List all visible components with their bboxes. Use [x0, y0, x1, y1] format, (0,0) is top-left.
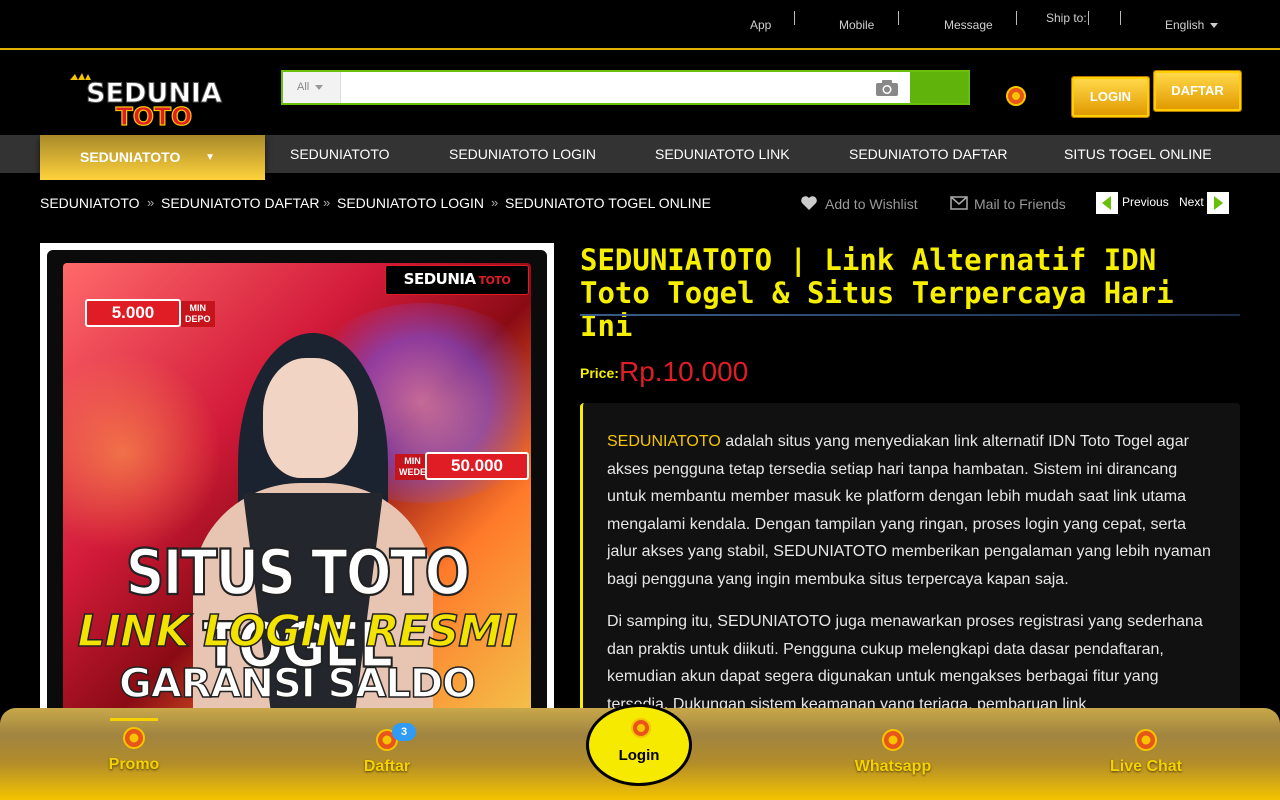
min-depo-label-2: DEPO [185, 314, 211, 324]
add-to-wishlist-link[interactable]: Add to Wishlist [825, 196, 918, 212]
top-bar: App Mobile Message Ship to: English [0, 0, 1280, 50]
nav-item-seduniatoto[interactable]: SEDUNIATOTO [290, 146, 390, 162]
ship-to-link[interactable]: Ship to: [1046, 11, 1087, 25]
coin-icon [1006, 86, 1026, 106]
decor-swirl [63, 353, 223, 553]
nav-item-link[interactable]: SEDUNIATOTO LINK [655, 146, 790, 162]
min-depo-badge: 5.000 [85, 299, 181, 327]
bottom-nav-live-chat[interactable]: Live Chat [1066, 708, 1226, 800]
product-title: SEDUNIATOTO | Link Alternatif IDN Toto T… [580, 243, 1174, 343]
bottom-nav-whatsapp[interactable]: Whatsapp [813, 708, 973, 800]
title-divider [580, 314, 1240, 316]
product-image[interactable]: SEDUNIA TOTO 5.000 MIN DEPO MIN WEDE 50.0… [47, 250, 547, 713]
breadcrumb-separator: » [147, 195, 155, 210]
description-paragraph: SEDUNIATOTO adalah situs yang menyediaka… [607, 428, 1216, 593]
next-arrow-icon[interactable] [1207, 192, 1229, 214]
min-depo-label-1: MIN [189, 303, 207, 313]
breadcrumb-item[interactable]: SEDUNIATOTO LOGIN [337, 195, 484, 211]
search-category-label: All [297, 81, 310, 93]
language-selector[interactable]: English [1165, 18, 1219, 32]
logo-text-bottom: TOTO [116, 102, 193, 128]
bottom-nav-label: Live Chat [1109, 758, 1182, 775]
breadcrumb-item[interactable]: SEDUNIATOTO DAFTAR [161, 195, 319, 211]
divider [794, 11, 795, 25]
poster-headline-2: LINK LOGIN RESMI [77, 605, 518, 658]
live-chat-icon [1135, 729, 1157, 751]
category-dropdown[interactable]: SEDUNIATOTO ▼ [40, 135, 265, 180]
min-wede-label-1: MIN [404, 456, 421, 466]
chevron-down-icon [315, 84, 324, 90]
poster-logo: SEDUNIA TOTO [385, 265, 529, 295]
min-wede-label-2: WEDE [399, 467, 426, 477]
product-image-frame: SEDUNIA TOTO 5.000 MIN DEPO MIN WEDE 50.0… [40, 243, 554, 713]
price-label: Price: [580, 365, 619, 381]
previous-link[interactable]: Previous [1122, 195, 1169, 209]
search-input[interactable] [343, 72, 903, 103]
whatsapp-icon [882, 729, 904, 751]
message-link[interactable]: Message [944, 18, 993, 32]
bottom-nav-label: Daftar [363, 758, 411, 775]
active-indicator [110, 718, 158, 721]
mobile-link[interactable]: Mobile [839, 18, 874, 32]
header: SEDUNIA TOTO All LOGIN DAFTAR [0, 52, 1280, 135]
app-link[interactable]: App [750, 18, 771, 32]
poster-logo-line2: TOTO [478, 274, 511, 287]
divider [898, 11, 899, 25]
login-button[interactable]: LOGIN [1072, 77, 1149, 117]
poster-headline-3: GARANSI SALDO KEMBALI [118, 660, 477, 713]
poster-logo-text: SEDUNIA TOTO [386, 270, 528, 288]
chevron-down-icon [1210, 23, 1219, 29]
daftar-button[interactable]: DAFTAR [1154, 71, 1241, 111]
language-label: English [1165, 18, 1205, 32]
bottom-nav-daftar[interactable]: Daftar [307, 708, 467, 800]
nav-item-togel-online[interactable]: SITUS TOGEL ONLINE [1064, 146, 1212, 162]
mail-to-friends-link[interactable]: Mail to Friends [974, 196, 1066, 212]
bottom-nav-label: Whatsapp [854, 758, 932, 775]
search-button[interactable] [910, 72, 968, 103]
breadcrumb-separator: » [323, 195, 331, 210]
min-wede-badge: 50.000 [425, 452, 529, 480]
previous-arrow-icon[interactable] [1096, 192, 1118, 214]
main-nav: SEDUNIATOTO ▼ SEDUNIATOTO SEDUNIATOTO LO… [0, 135, 1280, 180]
poster-logo-line1: SEDUNIA [403, 270, 476, 288]
model-face [263, 358, 358, 478]
bottom-nav-promo[interactable]: Promo [54, 708, 214, 800]
min-depo-label: MIN DEPO [181, 301, 215, 327]
promo-poster: SEDUNIA TOTO 5.000 MIN DEPO MIN WEDE 50.0… [63, 263, 531, 713]
nav-item-daftar[interactable]: SEDUNIATOTO DAFTAR [849, 146, 1007, 162]
bottom-nav-label: Promo [108, 756, 160, 773]
next-link[interactable]: Next [1179, 195, 1204, 209]
divider [1120, 11, 1121, 25]
site-logo[interactable]: SEDUNIA TOTO [62, 72, 247, 128]
daftar-count-badge: 3 [392, 723, 416, 741]
search-bar: All [281, 70, 970, 105]
promo-icon [123, 727, 145, 749]
divider [1016, 11, 1017, 25]
product-description: SEDUNIATOTO adalah situs yang menyediaka… [580, 403, 1240, 713]
min-wede-value: 50.000 [451, 456, 503, 475]
camera-icon[interactable] [875, 79, 899, 97]
bottom-nav-login-label: Login [618, 747, 660, 764]
min-depo-value: 5.000 [111, 303, 155, 322]
login-icon [631, 718, 651, 738]
triangle-down-icon: ▼ [205, 152, 215, 163]
description-paragraph: Di samping itu, SEDUNIATOTO juga menawar… [607, 613, 1203, 713]
nav-item-login[interactable]: SEDUNIATOTO LOGIN [449, 146, 596, 162]
price-value: Rp.10.000 [619, 356, 749, 387]
heart-icon [801, 196, 817, 210]
mail-icon [950, 196, 968, 210]
bottom-nav-login-button[interactable]: Login [586, 704, 692, 786]
description-text: adalah situs yang menyediakan link alter… [607, 433, 1211, 588]
breadcrumb-item: SEDUNIATOTO TOGEL ONLINE [505, 195, 711, 211]
description-highlight[interactable]: SEDUNIATOTO [607, 433, 721, 450]
breadcrumb-item[interactable]: SEDUNIATOTO [40, 195, 140, 211]
category-label: SEDUNIATOTO [80, 149, 181, 165]
divider [1088, 11, 1089, 25]
breadcrumb-separator: » [491, 195, 499, 210]
search-category-select[interactable]: All [283, 72, 341, 103]
